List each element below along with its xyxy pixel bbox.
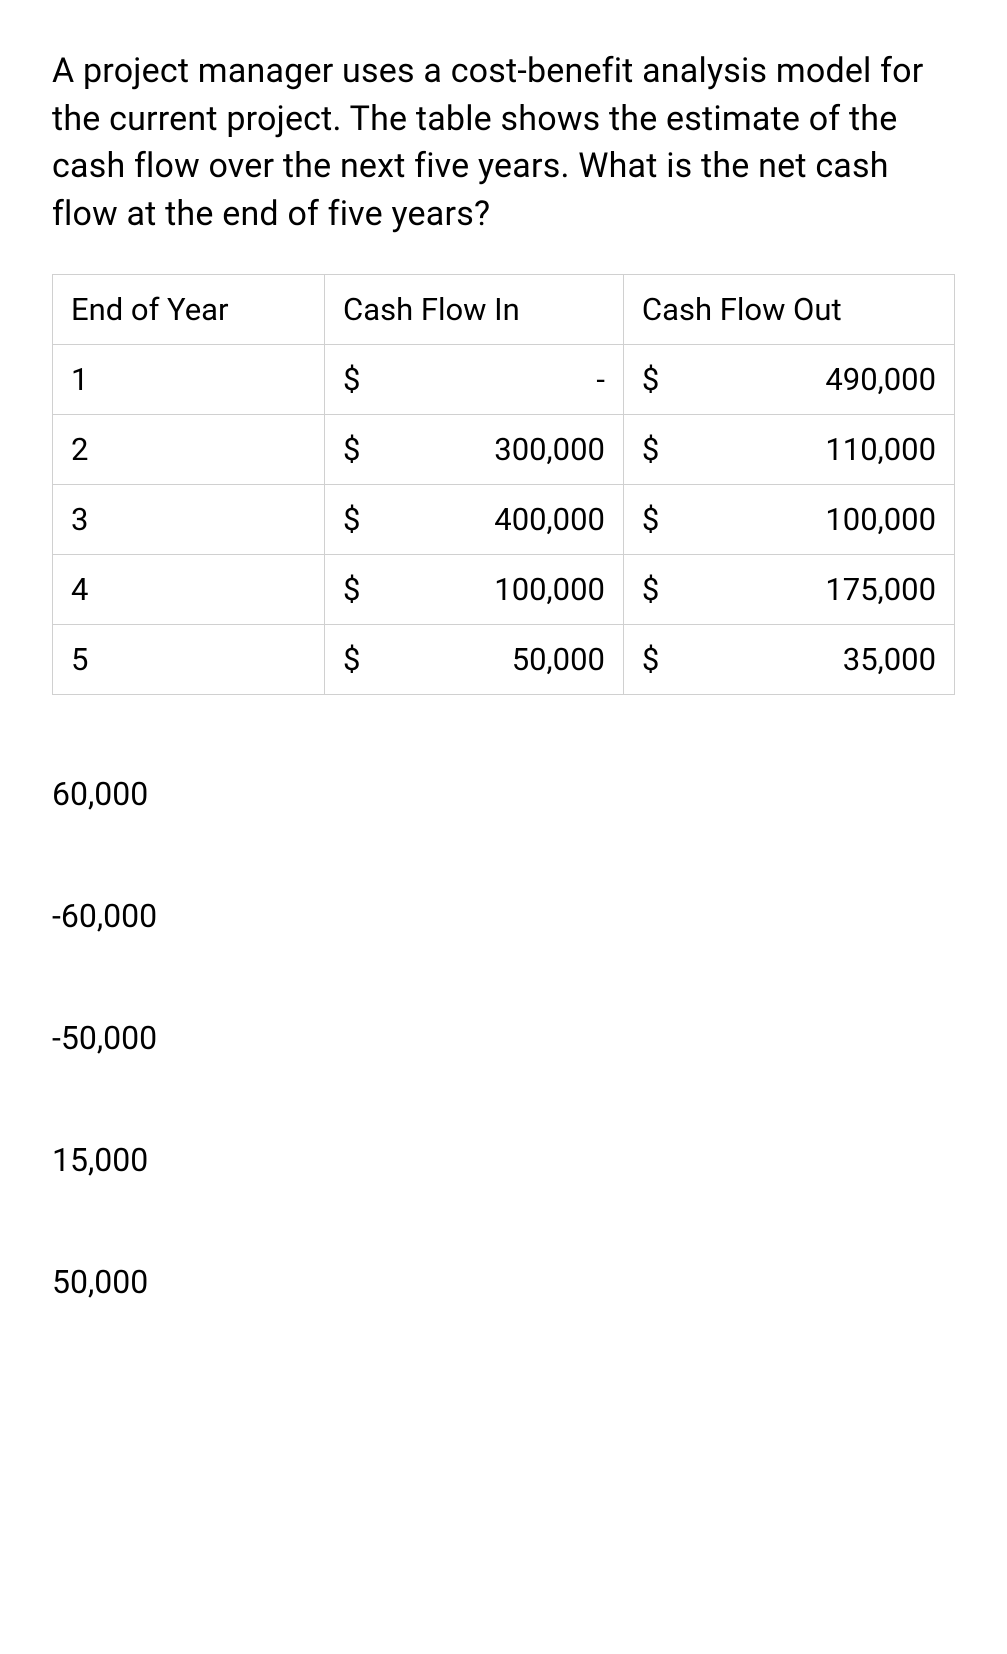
cash-in-cell: $ 400,000 (325, 485, 624, 555)
cash-out-value: 175,000 (825, 571, 936, 608)
table-row: 5 $ 50,000 $ 35,000 (53, 625, 955, 695)
cash-in-cell: $ 300,000 (325, 415, 624, 485)
table-row: 3 $ 400,000 $ 100,000 (53, 485, 955, 555)
cashflow-table: End of Year Cash Flow In Cash Flow Out 1… (52, 274, 955, 695)
cash-in-value: 400,000 (494, 501, 605, 538)
table-header-row: End of Year Cash Flow In Cash Flow Out (53, 275, 955, 345)
table-row: 1 $ - $ 490,000 (53, 345, 955, 415)
table-row: 2 $ 300,000 $ 110,000 (53, 415, 955, 485)
table-row: 4 $ 100,000 $ 175,000 (53, 555, 955, 625)
header-cash-flow-out: Cash Flow Out (623, 275, 954, 345)
currency-symbol: $ (642, 571, 659, 608)
year-cell: 3 (53, 485, 325, 555)
cash-out-value: 110,000 (825, 431, 936, 468)
answer-option[interactable]: 60,000 (52, 775, 955, 813)
cash-out-value: 100,000 (825, 501, 936, 538)
currency-symbol: $ (642, 361, 659, 398)
cash-out-cell: $ 490,000 (623, 345, 954, 415)
currency-symbol: $ (642, 431, 659, 468)
answer-option[interactable]: -60,000 (52, 897, 955, 935)
question-text: A project manager uses a cost-benefit an… (52, 48, 955, 238)
header-end-of-year: End of Year (53, 275, 325, 345)
currency-symbol: $ (343, 641, 360, 678)
cash-out-cell: $ 110,000 (623, 415, 954, 485)
cash-in-cell: $ 100,000 (325, 555, 624, 625)
currency-symbol: $ (343, 501, 360, 538)
currency-symbol: $ (343, 571, 360, 608)
answer-option[interactable]: -50,000 (52, 1019, 955, 1057)
cash-out-value: 35,000 (843, 641, 936, 678)
year-cell: 4 (53, 555, 325, 625)
currency-symbol: $ (343, 361, 360, 398)
cash-in-value: 50,000 (512, 641, 605, 678)
answer-option[interactable]: 15,000 (52, 1141, 955, 1179)
cash-in-value: - (596, 361, 605, 398)
cash-out-value: 490,000 (825, 361, 936, 398)
currency-symbol: $ (642, 501, 659, 538)
cash-in-value: 100,000 (494, 571, 605, 608)
year-cell: 2 (53, 415, 325, 485)
cash-in-value: 300,000 (494, 431, 605, 468)
cash-in-cell: $ - (325, 345, 624, 415)
answer-option[interactable]: 50,000 (52, 1263, 955, 1301)
header-cash-flow-in: Cash Flow In (325, 275, 624, 345)
year-cell: 1 (53, 345, 325, 415)
cash-in-cell: $ 50,000 (325, 625, 624, 695)
cash-out-cell: $ 35,000 (623, 625, 954, 695)
cash-out-cell: $ 175,000 (623, 555, 954, 625)
currency-symbol: $ (642, 641, 659, 678)
currency-symbol: $ (343, 431, 360, 468)
year-cell: 5 (53, 625, 325, 695)
cash-out-cell: $ 100,000 (623, 485, 954, 555)
